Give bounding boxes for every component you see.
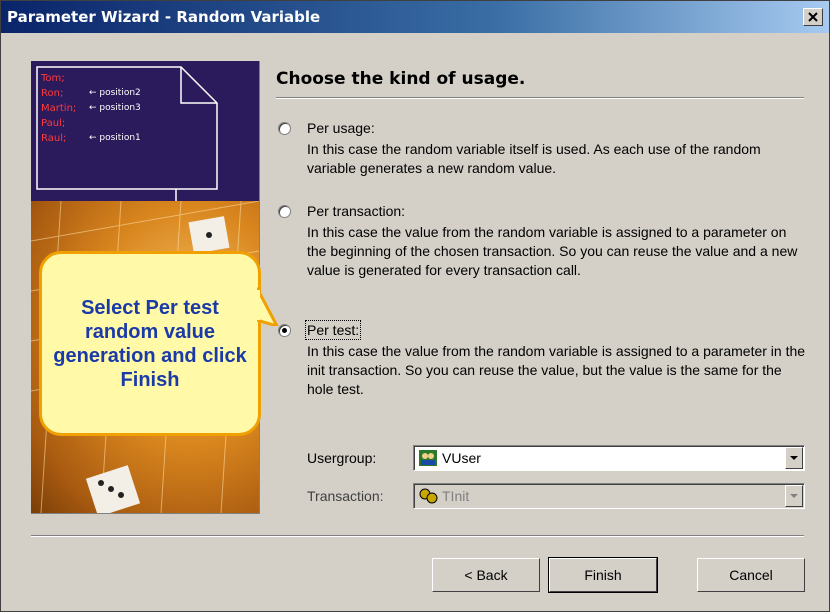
name-item: Tom; <box>41 73 65 84</box>
chevron-down-icon <box>790 493 798 498</box>
dropdown-button[interactable] <box>785 447 803 469</box>
close-icon <box>808 12 818 22</box>
per-test-radio[interactable] <box>278 324 291 337</box>
option-label[interactable]: Per test: <box>304 320 362 340</box>
instruction-callout: Select Per test random value generation … <box>39 251 261 436</box>
cancel-button[interactable]: Cancel <box>697 558 805 592</box>
transaction-select[interactable]: TInit <box>413 483 805 509</box>
option-description: In this case the value from the random v… <box>307 224 798 278</box>
wizard-window: Parameter Wizard - Random Variable Tom; … <box>0 0 830 612</box>
option-label[interactable]: Per transaction: <box>307 203 405 219</box>
finish-button[interactable]: Finish <box>548 557 658 593</box>
position-label: ← position3 <box>89 103 141 113</box>
per-transaction-radio[interactable] <box>278 205 291 218</box>
transaction-icon <box>419 488 438 504</box>
window-title: Parameter Wizard - Random Variable <box>7 8 321 26</box>
callout-tail-icon <box>257 287 279 326</box>
illustration-top: Tom; Ron; ← position2 Martin; ← position3 … <box>31 61 259 201</box>
divider <box>276 97 804 99</box>
usergroup-label: Usergroup: <box>307 450 377 466</box>
callout-text: Select Per test random value generation … <box>53 296 247 391</box>
usergroup-value: VUser <box>442 450 481 466</box>
name-item: Ron; <box>41 88 64 99</box>
transaction-value: TInit <box>442 488 470 504</box>
page-title: Choose the kind of usage. <box>276 69 526 89</box>
option-label[interactable]: Per usage: <box>307 120 375 136</box>
transaction-label: Transaction: <box>307 488 384 504</box>
per-usage-radio[interactable] <box>278 122 291 135</box>
position-label: ← position1 <box>89 133 141 143</box>
name-item: Martin; <box>41 103 77 114</box>
usergroup-select[interactable]: VUser <box>413 445 805 471</box>
close-button[interactable] <box>803 8 823 26</box>
usergroup-icon <box>419 450 437 466</box>
name-list: Tom; Ron; ← position2 Martin; ← position3 … <box>41 71 141 146</box>
radio-selected-dot <box>282 328 287 333</box>
name-item: Raul; <box>41 133 67 144</box>
option-description: In this case the random variable itself … <box>307 141 761 176</box>
title-bar[interactable]: Parameter Wizard - Random Variable <box>1 1 829 33</box>
back-button[interactable]: < Back <box>432 558 540 592</box>
name-item: Paul; <box>41 118 66 129</box>
option-description: In this case the value from the random v… <box>307 343 806 397</box>
dropdown-button[interactable] <box>785 485 803 507</box>
divider <box>31 535 804 537</box>
chevron-down-icon <box>790 455 798 460</box>
position-label: ← position2 <box>89 88 141 98</box>
